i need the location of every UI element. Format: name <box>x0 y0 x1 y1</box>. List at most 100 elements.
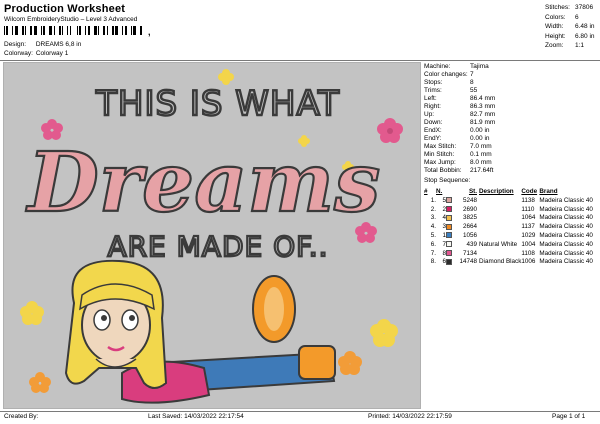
info-down: Down: 81.9 mm <box>424 118 496 126</box>
thread-code: 1108 <box>521 249 535 257</box>
software-name: Wilcom EmbroideryStudio – Level 3 Advanc… <box>4 16 138 23</box>
flower-yellow-1 <box>218 69 234 85</box>
stop-sequence-heading: Stop Sequence: <box>424 177 471 184</box>
stop-number: 3. <box>430 214 436 222</box>
thread-color-swatch <box>446 241 452 248</box>
design-label: Design: <box>4 41 27 48</box>
info-total-bobbin: Total Bobbin: 217.64ft <box>424 166 494 174</box>
thread-color-swatch <box>446 197 452 204</box>
stop-number: 5. <box>430 232 436 240</box>
needle-number: 1 <box>442 232 446 240</box>
stop-row: 8. 6 14748 Diamond Black 1006 Madeira Classic… <box>424 258 598 267</box>
artwork-line-2: Dreams <box>26 135 381 231</box>
stop-sequence-table: # N. St. Description Code Brand 1. 5 5248 1… <box>424 187 598 266</box>
col-brand: Brand <box>539 188 558 195</box>
footer-divider <box>0 411 600 412</box>
needle-number: 6 <box>442 258 446 266</box>
flower-orange-3 <box>338 351 362 375</box>
thread-description <box>477 231 521 240</box>
thread-code: 1006 <box>521 258 536 266</box>
info-endx: EndX: 0.00 in <box>424 126 490 134</box>
stitch-count: 3825 <box>462 214 477 222</box>
worksheet-title: Production Worksheet <box>4 3 126 15</box>
thread-color-swatch <box>446 232 452 239</box>
barcode <box>4 26 144 35</box>
color-swatch <box>446 231 455 240</box>
thread-color-swatch <box>446 223 452 230</box>
machine-info-panel: Machine: Tajima Color changes: 7 Stops: 8 T… <box>424 62 598 174</box>
thread-brand: Madeira Classic 40 <box>539 240 593 248</box>
stitch-count: 7134 <box>462 249 477 257</box>
flower-yellow-3 <box>370 319 398 347</box>
color-swatch <box>446 258 455 267</box>
design-preview: THIS IS WHAT Dreams ARE MADE OF.. <box>3 62 421 409</box>
stop-row: 6. 7 439 Natural White 1004 Madeira Classic 4… <box>424 240 598 249</box>
info-stops: Stops: 8 <box>424 78 474 86</box>
needle-number: 5 <box>442 196 446 204</box>
info-right: Right: 86.3 mm <box>424 102 496 110</box>
thread-color-swatch <box>446 206 452 213</box>
stop-table-header: # N. St. Description Code Brand <box>424 187 598 196</box>
needle-number: 8 <box>442 249 446 257</box>
stop-row: 4. 3 2664 1137 Madeira Classic 40 <box>424 222 598 231</box>
stop-row: 1. 5 5248 1138 Madeira Classic 40 <box>424 196 598 205</box>
flower-yellow-2 <box>20 301 44 325</box>
color-swatch <box>446 240 455 249</box>
info-color-changes: Color changes: 7 <box>424 70 474 78</box>
thread-description <box>477 196 521 205</box>
info-left: Left: 86.4 mm <box>424 94 496 102</box>
color-swatch <box>446 205 455 214</box>
stitch-count: 2690 <box>462 205 477 213</box>
stitch-count: 439 <box>466 240 477 248</box>
last-saved: Last Saved: 14/03/2022 22:17:54 <box>148 413 244 420</box>
needle-number: 7 <box>442 240 446 248</box>
stop-number: 7. <box>430 249 436 257</box>
info-machine: Machine: Tajima <box>424 62 489 70</box>
stat-height: Height: 6.80 in <box>545 32 595 40</box>
stop-number: 2. <box>430 205 436 213</box>
needle-number: 4 <box>442 214 446 222</box>
thread-color-swatch <box>446 250 452 256</box>
col-n: N. <box>436 188 443 195</box>
thread-code: 1138 <box>521 196 535 204</box>
flower-pink-1 <box>377 118 403 143</box>
info-trims: Trims: 55 <box>424 86 478 94</box>
info-min-stitch: Min Stitch: 0.1 mm <box>424 150 492 158</box>
embroidery-artwork: THIS IS WHAT Dreams ARE MADE OF.. <box>20 69 403 404</box>
color-swatch <box>446 214 455 223</box>
thread-description: Diamond Black <box>479 258 522 266</box>
thread-code: 1064 <box>521 214 536 222</box>
info-endy: EndY: 0.00 in <box>424 134 490 142</box>
artwork-line-3: ARE MADE OF.. <box>107 230 328 263</box>
thread-brand: Madeira Classic 40 <box>539 223 593 231</box>
stat-zoom: Zoom: 1:1 <box>545 42 585 50</box>
thread-description <box>477 205 521 214</box>
thread-description <box>477 214 521 223</box>
page-number: Page 1 of 1 <box>552 413 586 420</box>
thread-code: 1137 <box>521 223 535 231</box>
design-value: DREAMS 6,8 in <box>35 41 82 48</box>
col-code: Code <box>521 188 538 195</box>
thread-brand: Madeira Classic 40 <box>539 249 593 257</box>
flower-orange-2 <box>29 372 51 393</box>
thread-code: 1029 <box>521 232 536 240</box>
info-max-stitch: Max Stitch: 7.0 mm <box>424 142 492 150</box>
stop-number: 4. <box>430 223 436 231</box>
stitch-count: 2664 <box>462 223 477 231</box>
stop-number: 8. <box>430 258 436 266</box>
color-swatch <box>446 249 455 258</box>
col-num: # <box>424 188 428 195</box>
stop-number: 6. <box>430 240 436 248</box>
info-max-jump: Max Jump: 8.0 mm <box>424 158 492 166</box>
thread-code: 1110 <box>521 205 535 213</box>
stat-width: Width: 6.48 in <box>545 23 595 31</box>
info-up: Up: 82.7 mm <box>424 110 496 118</box>
stop-number: 1. <box>430 196 436 204</box>
col-description: Description <box>479 188 514 195</box>
stat-stitches: Stitches: 37806 <box>545 4 594 11</box>
created-by: Created By: <box>4 413 39 420</box>
stitch-count: 1056 <box>462 232 477 240</box>
printed-date: Printed: 14/03/2022 22:17:59 <box>368 413 452 420</box>
col-stitches: St. <box>468 188 477 195</box>
thread-code: 1004 <box>521 240 536 248</box>
